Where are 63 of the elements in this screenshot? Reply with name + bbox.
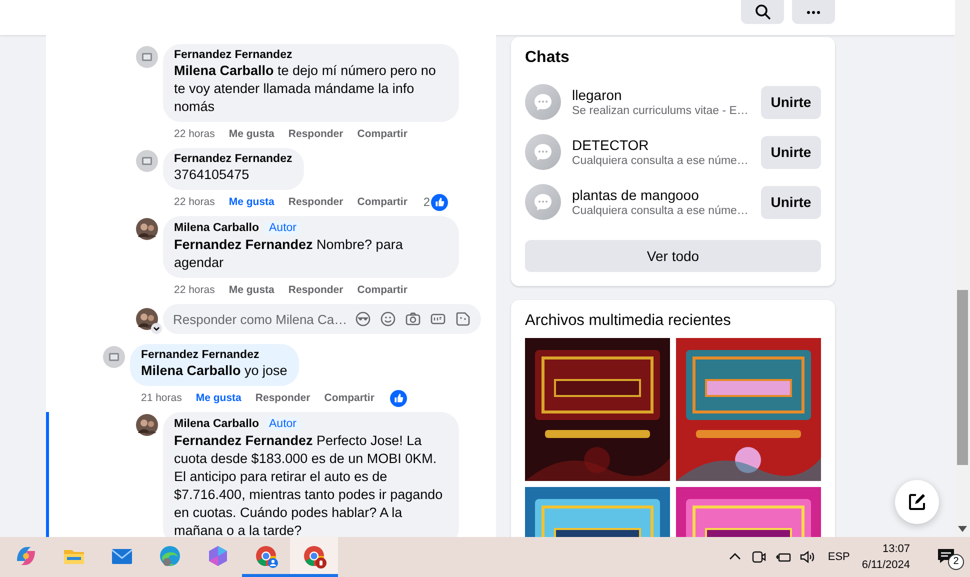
- card-title: Chats: [525, 49, 570, 67]
- share-link[interactable]: Compartir: [357, 284, 408, 296]
- reply-link[interactable]: Responder: [288, 284, 344, 296]
- author-badge: Autor: [265, 417, 300, 431]
- join-button[interactable]: Unirte: [761, 186, 821, 218]
- comment-author[interactable]: Milena Carballo: [174, 222, 259, 234]
- search-icon: [754, 4, 770, 20]
- comment-time[interactable]: 22 horas: [174, 284, 215, 296]
- clock-time[interactable]: 13:07: [882, 541, 910, 557]
- chevron-icon[interactable]: [151, 323, 162, 334]
- join-button[interactable]: Unirte: [761, 136, 821, 168]
- see-all-button[interactable]: Ver todo: [525, 240, 821, 272]
- notification-button[interactable]: 2: [934, 542, 964, 572]
- like-link[interactable]: Me gusta: [228, 284, 274, 296]
- comment-text: Milena Carballo te dejo mí número pero no te voy atender llamada mándame la info nomás: [174, 62, 437, 116]
- comment-author[interactable]: Fernandez Fernandez: [141, 349, 260, 361]
- author-badge: Autor: [265, 221, 300, 235]
- comment-author[interactable]: Milena Carballo: [174, 418, 259, 430]
- comment-text: Fernandez Fernandez Nombre? para agendar: [174, 236, 404, 272]
- chat-name[interactable]: DETECTOR: [572, 137, 750, 153]
- scroll-down-icon[interactable]: [958, 526, 967, 532]
- avatar-sticker-icon[interactable]: [355, 311, 371, 327]
- scroll-thumb[interactable]: [957, 290, 968, 465]
- scrollbar[interactable]: [955, 0, 970, 537]
- share-link[interactable]: Compartir: [324, 392, 374, 404]
- search-button[interactable]: [741, 0, 784, 24]
- card-title: Archivos multimedia recientes: [525, 312, 732, 330]
- reply-link[interactable]: Responder: [288, 196, 344, 208]
- comment-time[interactable]: 21 horas: [141, 392, 182, 404]
- gif-icon[interactable]: [430, 311, 446, 327]
- reply-link[interactable]: Responder: [255, 392, 310, 404]
- like-link[interactable]: Me gusta: [196, 392, 242, 404]
- chat-name[interactable]: plantas de mangooo: [572, 187, 750, 203]
- taskbar-app[interactable]: [290, 537, 338, 577]
- comment-text: 3764105475: [174, 166, 250, 184]
- sticker-icon[interactable]: [455, 311, 471, 327]
- more-icon: [807, 10, 820, 14]
- compose-button[interactable]: [895, 480, 939, 524]
- reply-input[interactable]: Responder como Milena Ca…: [173, 312, 346, 326]
- comment-author[interactable]: Fernandez Fernandez: [174, 49, 292, 61]
- like-link[interactable]: Me gusta: [228, 128, 274, 140]
- clock-date[interactable]: 6/11/2024: [862, 557, 910, 573]
- chat-preview: Cualquiera consulta a ese núme…: [572, 155, 750, 167]
- more-button[interactable]: [792, 0, 835, 24]
- like-link[interactable]: Me gusta: [228, 196, 274, 208]
- comment-text: Fernandez Fernandez Perfecto Jose! La cuota desde $183.000 es de un MOBI 0KM. El anticipo para retirar el auto es de $7.716.400, mientras tanto podes ir pagando en cuotas. Cuándo podes hablar? A la mañana o a la tarde?: [174, 432, 444, 537]
- comment-time[interactable]: 22 horas: [174, 128, 215, 140]
- share-link[interactable]: Compartir: [357, 128, 408, 140]
- join-button[interactable]: Unirte: [761, 86, 821, 118]
- comment-time[interactable]: 22 horas: [174, 196, 215, 208]
- share-link[interactable]: Compartir: [357, 196, 408, 208]
- chat-preview: Se realizan curriculums vitae - E…: [572, 105, 750, 117]
- chat-name[interactable]: llegaron: [572, 87, 750, 103]
- reaction-count[interactable]: 2: [423, 195, 430, 209]
- reply-link[interactable]: Responder: [288, 128, 344, 140]
- comment-text: Milena Carballo yo jose: [141, 362, 288, 380]
- comment-author[interactable]: Fernandez Fernandez: [174, 153, 292, 165]
- emoji-icon[interactable]: [380, 311, 396, 327]
- volume-icon[interactable]: [798, 548, 816, 566]
- compose-icon: [907, 492, 927, 512]
- language-indicator[interactable]: ESP: [828, 551, 850, 563]
- reply-field[interactable]: Responder como Milena Ca…: [163, 304, 481, 334]
- chat-preview: Cualquiera consulta a ese núme…: [572, 205, 750, 217]
